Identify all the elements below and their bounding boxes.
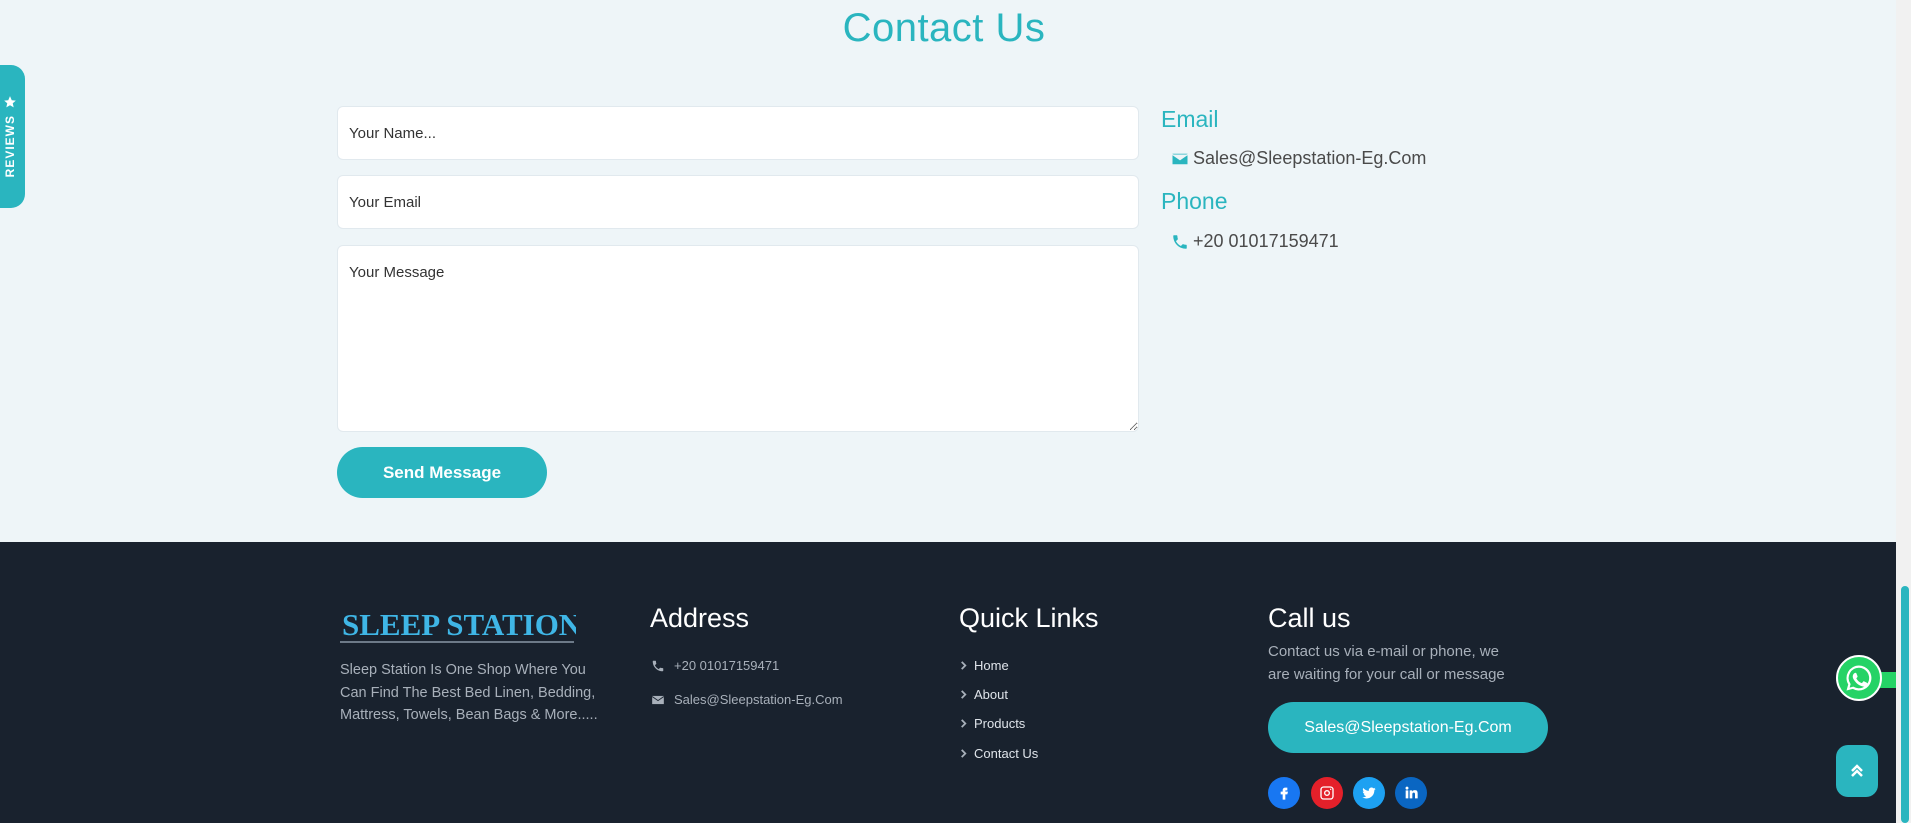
quick-link-label: About [974,687,1008,702]
contact-email-text: Sales@Sleepstation-Eg.Com [1193,148,1427,168]
page-title: Contact Us [842,6,1046,50]
quick-link-about[interactable]: About [959,687,1008,702]
twitter-link[interactable] [1353,777,1385,809]
envelope-icon [651,695,665,704]
phone-heading: Phone [1161,188,1228,214]
star-icon [3,96,16,108]
reviews-label: REVIEWS [2,115,17,178]
call-us-heading: Call us [1268,603,1351,633]
sleep-station-logo: SLEEP STATION [340,607,581,643]
logo[interactable]: SLEEP STATION [340,603,581,645]
call-us-email-button[interactable]: Sales@Sleepstation-Eg.Com [1268,702,1548,753]
address-email[interactable]: Sales@Sleepstation-Eg.Com [651,692,843,707]
chevron-right-icon [961,661,967,670]
contact-phone-text: +20 01017159471 [1193,231,1339,251]
instagram-link[interactable] [1311,777,1343,809]
footer [0,542,1896,823]
linkedin-icon [1405,786,1418,799]
quick-links-heading: Quick Links [959,603,1099,633]
double-chevron-up-icon [1851,764,1863,777]
scrollbar-thumb[interactable] [1901,586,1909,823]
phone-icon [1173,234,1187,249]
page-scrollbar[interactable] [1896,0,1911,823]
chevron-right-icon [961,719,967,728]
message-textarea[interactable] [337,245,1139,432]
quick-link-products[interactable]: Products [959,716,1025,731]
send-message-button[interactable]: Send Message [337,447,547,498]
quick-link-contact[interactable]: Contact Us [959,746,1038,761]
instagram-icon [1320,786,1334,800]
quick-link-label: Home [974,658,1009,673]
address-phone-text: +20 01017159471 [674,658,780,673]
quick-link-label: Products [974,716,1026,731]
chevron-right-icon [961,690,967,699]
twitter-icon [1362,787,1376,799]
name-input[interactable] [337,106,1139,160]
contact-phone[interactable]: +20 01017159471 [1171,231,1339,252]
footer-about-text: Sleep Station Is One Shop Where You Can … [340,662,598,723]
address-heading: Address [650,603,750,633]
contact-section: Contact Us Send Message Email Sales@Slee… [0,0,1896,542]
linkedin-link[interactable] [1395,777,1427,809]
facebook-icon [1280,787,1288,800]
address-phone[interactable]: +20 01017159471 [651,658,779,673]
quick-link-home[interactable]: Home [959,658,1009,673]
whatsapp-icon [1846,665,1872,691]
chevron-right-icon [961,749,967,758]
whatsapp-button[interactable] [1836,655,1882,701]
call-us-text: Contact us via e-mail or phone, we are w… [1268,643,1505,683]
envelope-icon [1172,153,1188,164]
phone-icon [652,660,664,671]
scroll-to-top-button[interactable] [1836,745,1878,797]
contact-email[interactable]: Sales@Sleepstation-Eg.Com [1171,148,1426,169]
email-heading: Email [1161,106,1219,132]
logo-text: SLEEP STATION [342,607,576,642]
facebook-link[interactable] [1268,777,1300,809]
email-input[interactable] [337,175,1139,229]
address-email-text: Sales@Sleepstation-Eg.Com [674,692,843,707]
reviews-tab[interactable]: REVIEWS [0,65,25,208]
quick-link-label: Contact Us [974,746,1039,761]
